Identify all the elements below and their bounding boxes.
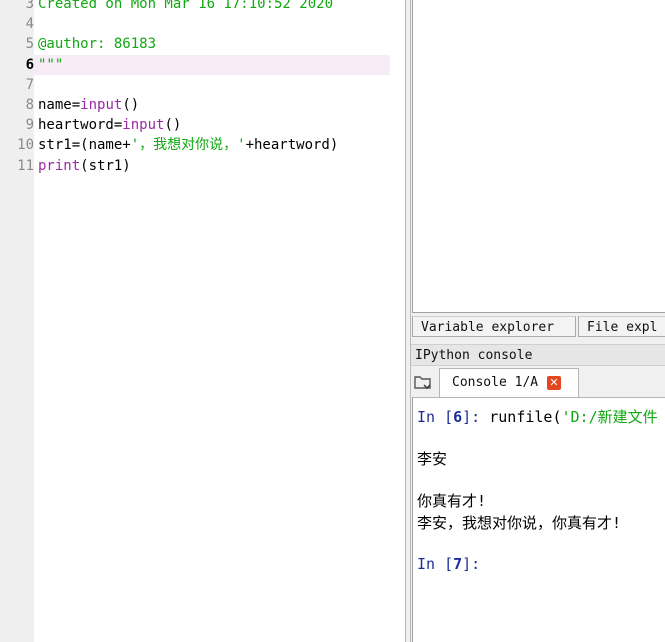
tab-variable-explorer-label: Variable explorer	[421, 320, 555, 335]
code-line[interactable]: 6 """	[0, 55, 405, 75]
line-number: 10	[17, 137, 34, 154]
code-token: """	[38, 56, 64, 73]
ipython-console[interactable]: In [6]: runfile('D:/新建文件 李安 你真有才! 李安，我想对…	[412, 397, 665, 642]
code-text: name=input()	[38, 95, 139, 115]
code-text: """	[38, 55, 63, 75]
code-text: str1=(name+'，我想对你说，'+heartword)	[38, 135, 338, 155]
code-token: str1=(name+	[38, 137, 131, 154]
tab-file-explorer[interactable]: File expl	[578, 316, 665, 337]
code-text: @author: 86183	[38, 34, 156, 54]
console-input-7: In [7]:	[417, 555, 481, 573]
code-line[interactable]: 9 heartword=input()	[0, 115, 405, 135]
right-panel: Variable explorer File expl IPython cons…	[411, 0, 665, 642]
line-number: 9	[25, 117, 34, 134]
console-output-line: 李安，我想对你说，你真有才!	[417, 514, 622, 532]
line-number: 3	[25, 0, 34, 12]
code-token: heartword=	[38, 117, 123, 134]
code-token: @author: 86183	[38, 36, 157, 53]
console-output-line: 李安	[417, 450, 448, 468]
line-number: 8	[25, 97, 34, 113]
code-token: ()	[164, 117, 182, 134]
line-number: 11	[17, 157, 34, 174]
close-tab-icon[interactable]: ✕	[547, 376, 561, 390]
code-line[interactable]: 3 Created on Mon Mar 16 17:10:52 2020	[0, 0, 405, 14]
code-line[interactable]: 11 print(str1)	[0, 156, 405, 176]
code-editor[interactable]: 3 Created on Mon Mar 16 17:10:52 2020 4 5 @a…	[0, 0, 405, 642]
code-token: name=	[38, 97, 81, 113]
code-text: Created on Mon Mar 16 17:10:52 2020	[38, 0, 333, 14]
console-tab-bar: Console 1/A ✕	[411, 366, 665, 397]
code-line[interactable]: 5 @author: 86183	[0, 34, 405, 54]
code-token: (str1)	[80, 157, 131, 174]
code-token: Created on Mon Mar 16 17:10:52 2020	[38, 0, 334, 12]
tab-variable-explorer[interactable]: Variable explorer	[412, 316, 576, 337]
code-line[interactable]: 8 name=input()	[0, 95, 405, 115]
code-token: print	[38, 157, 81, 174]
tab-file-explorer-label: File expl	[587, 320, 658, 335]
code-token: '，我想对你说，'	[130, 137, 246, 154]
code-token: input	[80, 97, 123, 113]
code-area[interactable]: 3 Created on Mon Mar 16 17:10:52 2020 4 5 @a…	[0, 0, 405, 642]
console-tab-label: Console 1/A	[452, 375, 539, 390]
code-line[interactable]: 10 str1=(name+'，我想对你说，'+heartword)	[0, 135, 405, 155]
code-text: print(str1)	[38, 156, 131, 176]
code-token: +heartword)	[245, 137, 339, 154]
folder-icon[interactable]	[413, 373, 433, 391]
console-output-line: 你真有才!	[417, 492, 487, 510]
code-line[interactable]: 4	[0, 14, 405, 34]
console-input-6: In [6]: runfile('D:/新建文件	[417, 408, 658, 426]
code-text: heartword=input()	[38, 115, 181, 135]
ipython-console-title: IPython console	[411, 344, 665, 366]
code-line[interactable]: 7	[0, 75, 405, 95]
code-token: input	[122, 117, 165, 134]
code-token: ()	[122, 97, 140, 113]
line-number: 6	[25, 56, 34, 73]
pane-tabs: Variable explorer File expl	[411, 314, 665, 338]
line-number: 4	[25, 16, 34, 33]
variable-explorer-pane[interactable]	[412, 0, 665, 313]
line-number: 7	[25, 76, 34, 93]
line-number: 5	[25, 36, 34, 53]
tab-console-1a[interactable]: Console 1/A ✕	[439, 368, 579, 397]
